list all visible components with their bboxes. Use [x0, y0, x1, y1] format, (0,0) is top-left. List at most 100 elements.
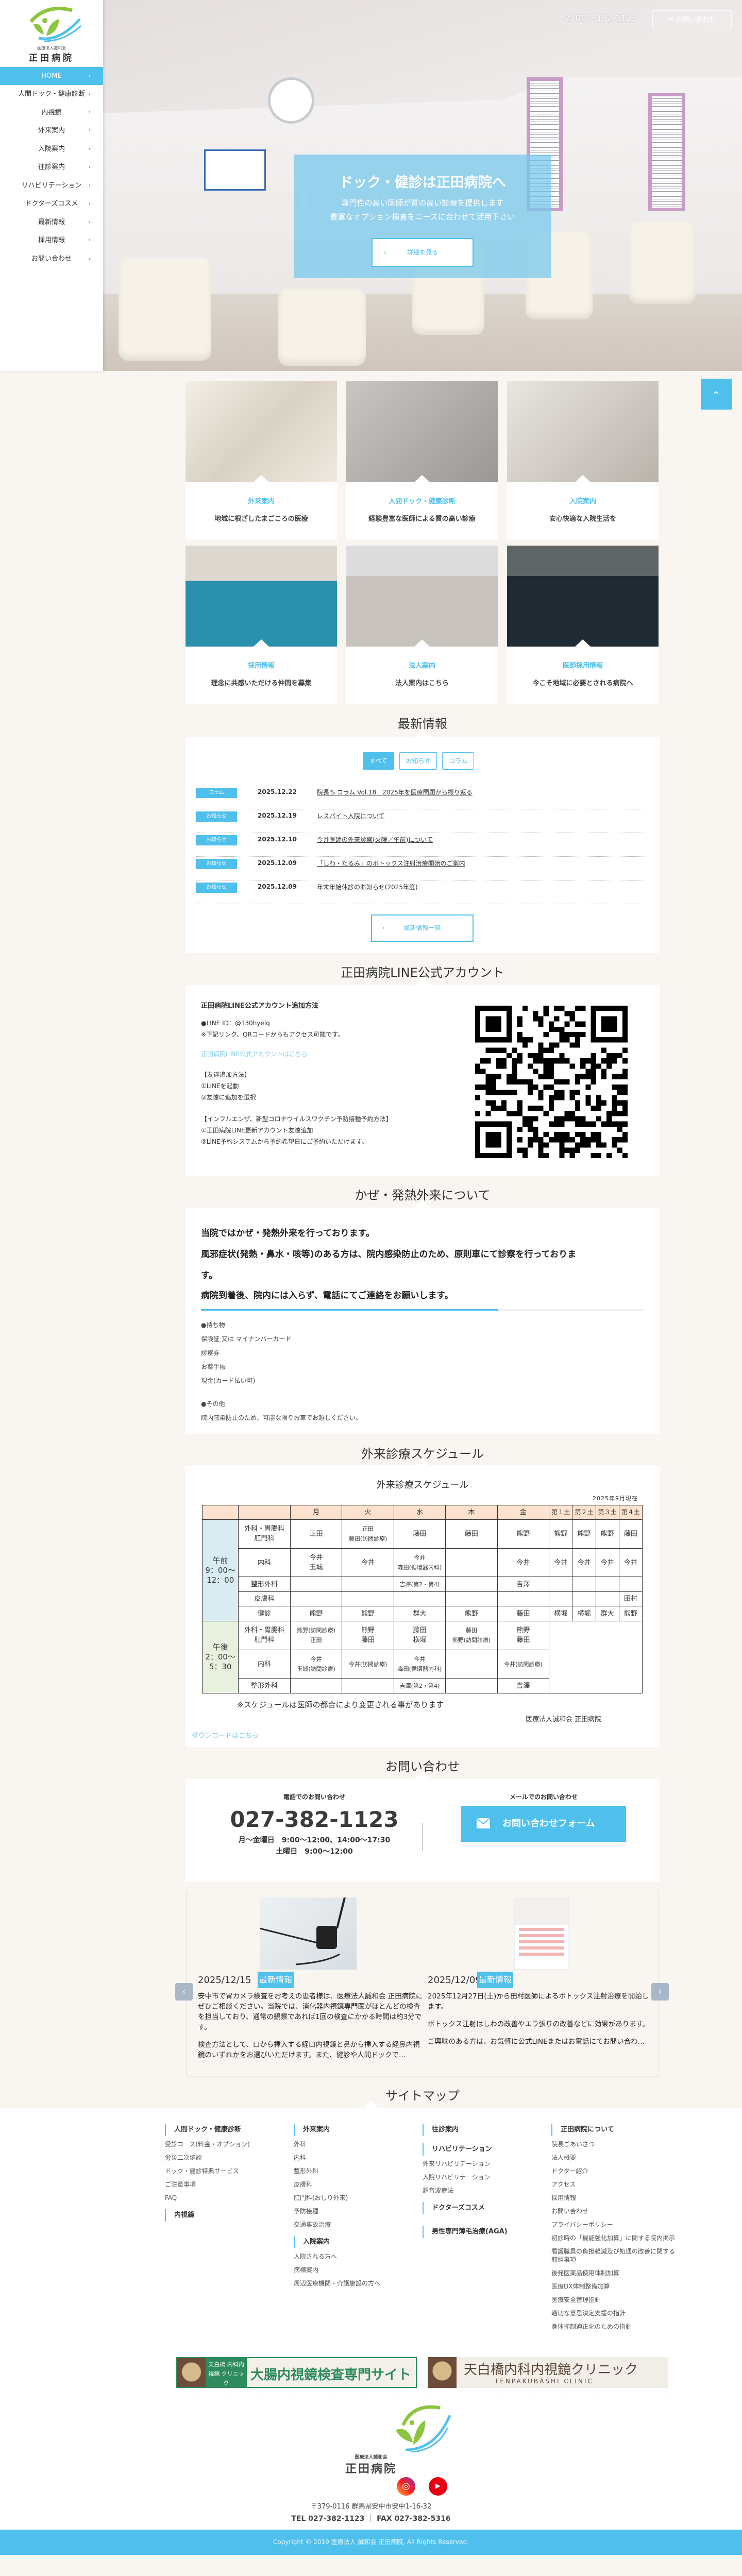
nav-dock[interactable]: 人間ドック・健康診断 › — [0, 85, 103, 104]
sitemap-link[interactable]: 整形外科 — [294, 2167, 420, 2175]
header-contact-button[interactable]: ✉ お問い合わせ — [652, 10, 732, 29]
nav-endoscope[interactable]: 内視鏡 › — [0, 104, 103, 122]
sitemap-link[interactable]: 超音波療法 — [423, 2187, 549, 2195]
cell-line: 内科 — [258, 1558, 272, 1567]
sitemap-link[interactable]: 外科 — [294, 2140, 420, 2148]
news-more-button[interactable]: › 最新情報一覧 — [371, 914, 474, 942]
sitemap-link[interactable]: 外来リハビリテーション — [423, 2160, 549, 2168]
schedule-download-link[interactable]: ダウンロードはこちら — [192, 1730, 259, 1740]
nav-outpatient[interactable]: 外来案内 › — [0, 122, 103, 140]
hero-detail-button[interactable]: › 詳細を見る — [372, 238, 474, 267]
nav-inpatient[interactable]: 入院案内 › — [0, 140, 103, 159]
instagram-icon[interactable]: ◎ — [397, 2477, 415, 2496]
header-contact-label: お問い合わせ — [676, 16, 716, 24]
sitemap-link[interactable]: 医療安全管理指針 — [551, 2296, 678, 2304]
sitemap-link[interactable]: 入院リハビリテーション — [423, 2173, 549, 2181]
cell-line: 藤田 — [465, 1627, 477, 1634]
chair-image — [278, 289, 366, 366]
sitemap-link[interactable]: 後発医薬品使用体制加算 — [551, 2269, 678, 2277]
cell-line: 熊野 — [577, 1530, 591, 1538]
sitemap-heading-link[interactable]: 外来案内 — [294, 2124, 420, 2136]
sitemap-link[interactable]: 交通事故治療 — [294, 2221, 420, 2229]
nav-home-visit[interactable]: 往診案内 › — [0, 158, 103, 177]
cell-line: 横堀 — [577, 1609, 591, 1618]
sitemap-heading-link[interactable]: リハビリテーション — [423, 2143, 549, 2156]
news-title-link[interactable]: 今井医師の外来診察(火曜／午前)について — [317, 835, 433, 844]
clinic-banner[interactable]: 天白橋内科内視鏡クリニック TENPAKUBASHI CLINIC — [428, 2357, 668, 2388]
sitemap-link[interactable]: 肛門科(おしり外来) — [294, 2194, 420, 2202]
carousel-date: 2025/12/09 — [428, 1975, 481, 1986]
line-account-link[interactable]: 正田病院LINE公式アカウントはこちら — [201, 1049, 308, 1060]
sitemap-heading-link[interactable]: 男性専門薄毛治療(AGA) — [423, 2226, 549, 2238]
tab-notice[interactable]: お知らせ — [399, 752, 437, 770]
tab-column[interactable]: コラム — [442, 752, 475, 770]
sitemap-link[interactable]: ドック・健診特典サービス — [165, 2167, 291, 2175]
sitemap-link[interactable]: 院長ごあいさつ — [551, 2140, 678, 2148]
sitemap-link[interactable]: 病棟案内 — [294, 2266, 420, 2274]
department-cell: 内科 — [238, 1548, 291, 1578]
youtube-icon[interactable]: ▶ — [429, 2477, 447, 2496]
sitemap-link[interactable]: 労災二次健診 — [165, 2154, 291, 2162]
sitemap-link[interactable]: 初診時の「機能強化加算」に関する院内掲示 — [551, 2234, 678, 2242]
sitemap-heading-link[interactable]: 入院案内 — [294, 2236, 420, 2248]
sitemap-heading-link[interactable]: ドクターズコスメ — [423, 2202, 549, 2214]
nav-recruit[interactable]: 採用情報 › — [0, 231, 103, 250]
header-phone[interactable]: ✆ 027-382-1123 — [565, 13, 637, 24]
sitemap-link[interactable]: 皮膚科 — [294, 2180, 420, 2189]
phone-number[interactable]: 027-382-1123 — [216, 1807, 412, 1832]
sitemap-heading-link[interactable]: 正田病院について — [551, 2124, 678, 2136]
nav-home[interactable]: HOME › — [0, 67, 103, 85]
schedule-date: 2025年9月現在 — [593, 1495, 638, 1502]
contact-form-button[interactable]: お問い合わせフォーム — [461, 1806, 626, 1842]
colonoscopy-site-banner[interactable]: 天白橋 内科内視鏡 クリニック 大腸内視鏡検査専門サイト — [176, 2357, 417, 2388]
service-card[interactable]: 採用情報 理念に共感いただける仲間を募集 — [185, 546, 337, 704]
sitemap-link[interactable]: 採用情報 — [551, 2194, 678, 2202]
carousel-item[interactable]: 2025/12/15 最新情報 安中市で胃カメラ検査をお考えの患者様は、医療法人… — [198, 1891, 425, 2072]
sitemap-link[interactable]: お問い合わせ — [551, 2207, 678, 2215]
botox-flyer-image — [514, 1897, 569, 1970]
page-top-button[interactable]: ⌃ — [701, 379, 732, 410]
sitemap-link[interactable]: 医療DX体制整備加算 — [551, 2282, 678, 2291]
service-card[interactable]: 入院案内 安心快適な入院生活を — [507, 381, 659, 539]
service-card[interactable]: 法人案内 法人案内はこちら — [346, 546, 498, 704]
nav-rehab[interactable]: リハビリテーション › — [0, 177, 103, 195]
sitemap-link[interactable]: 周辺医療機関・介護施設の方へ — [294, 2279, 420, 2287]
line-qr-code[interactable] — [475, 1006, 628, 1158]
sitemap-link[interactable]: 法人概要 — [551, 2154, 678, 2162]
nav-news[interactable]: 最新情報 › — [0, 213, 103, 232]
sitemap-link[interactable]: 身体抑制適正化のための指針 — [551, 2323, 678, 2331]
news-title-link[interactable]: 年末年始休診のお知らせ(2025年度) — [317, 883, 418, 891]
sitemap-link[interactable]: アクセス — [551, 2180, 678, 2189]
tab-all[interactable]: すべて — [363, 752, 394, 770]
sitemap-link[interactable]: ドクター紹介 — [551, 2167, 678, 2175]
nav-contact[interactable]: お問い合わせ › — [0, 250, 103, 268]
sitemap-link[interactable]: 入院される方へ — [294, 2252, 420, 2261]
service-card[interactable]: 外来案内 地域に根ざしたまごころの医療 — [185, 381, 337, 539]
sitemap-link[interactable]: 予防接種 — [294, 2207, 420, 2215]
nav-label: 往診案内 — [38, 163, 65, 171]
sitemap-heading-link[interactable]: 往診案内 — [423, 2124, 549, 2136]
service-card[interactable]: 人間ドック・健康診断 経験豊富な医師による質の高い診療 — [346, 381, 498, 539]
carousel-next-button[interactable]: › — [651, 1983, 669, 2001]
sitemap-link[interactable]: プライバシーポリシー — [551, 2221, 678, 2229]
sitemap-link[interactable]: 受診コース(料金・オプション) — [165, 2140, 291, 2148]
news-title-link[interactable]: レスパイト入院について — [317, 811, 385, 820]
carousel-item[interactable]: 2025/12/09 最新情報 2025年12月27日(土)から田村医師によるボ… — [428, 1891, 654, 2072]
service-card[interactable]: 医師採用情報 今こそ地域に必要とされる病院へ — [507, 546, 659, 704]
hero-title: ドック・健診は正田病院へ — [339, 175, 506, 191]
news-title-link[interactable]: 「しわ・たるみ」のボトックス注射治療開始のご案内 — [317, 859, 465, 868]
sitemap-link[interactable]: 内科 — [294, 2154, 420, 2162]
sitemap-heading-link[interactable]: 人間ドック・健康診断 — [165, 2124, 291, 2136]
sitemap-link[interactable]: ご注意事項 — [165, 2180, 291, 2189]
footer-logo-icon[interactable] — [396, 2403, 452, 2452]
sitemap-link[interactable]: 看護職員の負担軽減及び処遇の改善に関する取組事項 — [551, 2247, 678, 2264]
sitemap-link[interactable]: 適切な意思決定支援の指針 — [551, 2309, 678, 2317]
news-title-link[interactable]: 院長'S コラム Vol.18 2025年を医療問題から振り返る — [317, 788, 473, 796]
doctor-cell: 熊野 — [342, 1606, 394, 1622]
carousel-prev-button[interactable]: ‹ — [175, 1983, 193, 2001]
sitemap-heading-link[interactable]: 内視鏡 — [165, 2209, 291, 2222]
sitemap-link[interactable]: FAQ — [165, 2194, 291, 2202]
nav-cosme[interactable]: ドクターズコスメ › — [0, 195, 103, 213]
card-description: 今こそ地域に必要とされる病院へ — [532, 680, 633, 687]
hospital-logo-icon[interactable] — [23, 6, 82, 42]
